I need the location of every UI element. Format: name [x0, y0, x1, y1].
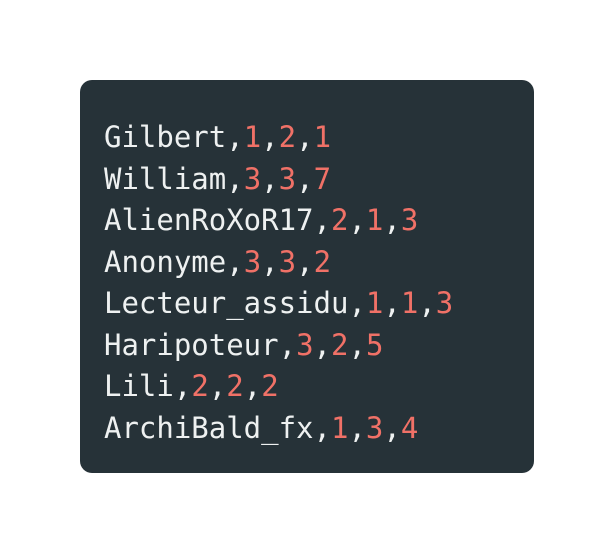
- row-value: 5: [365, 327, 384, 362]
- row-name: Lili: [104, 369, 174, 403]
- row-value: 3: [435, 286, 454, 320]
- row-name: Haripoteur: [104, 327, 279, 362]
- code-line: Lecteur_assidu,1,1,3: [104, 286, 454, 320]
- row-value: 4: [400, 410, 419, 445]
- row-name: Lecteur_assidu: [104, 286, 349, 320]
- row-name: AlienRoXoR17: [104, 203, 314, 237]
- row-name: ArchiBald_fx: [104, 410, 314, 445]
- row-value: 1: [330, 410, 349, 445]
- row-value: 3: [243, 161, 262, 196]
- row-value: 3: [278, 244, 297, 279]
- code-line: William,3,3,7: [104, 161, 332, 196]
- row-value: 2: [278, 120, 297, 154]
- code-line: ArchiBald_fx,1,3,4: [104, 410, 419, 445]
- code-line: Haripoteur,3,2,5: [104, 327, 384, 362]
- row-value: 7: [313, 161, 332, 196]
- code-line: Anonyme,3,3,2: [104, 244, 332, 279]
- code-line: AlienRoXoR17,2,1,3: [104, 203, 419, 237]
- row-value: 3: [243, 244, 262, 279]
- row-value: 3: [365, 410, 384, 445]
- row-value: 1: [365, 203, 384, 237]
- row-value: 2: [313, 244, 332, 279]
- row-value: 2: [330, 203, 349, 237]
- code-line: Gilbert,1,2,1: [104, 120, 332, 154]
- row-value: 2: [261, 369, 279, 403]
- row-value: 3: [278, 161, 297, 196]
- code-block: Gilbert,1,2,1 William,3,3,7 AlienRoXoR17…: [80, 80, 534, 473]
- row-value: 3: [296, 327, 314, 362]
- row-value: 1: [313, 120, 332, 154]
- row-value: 1: [400, 286, 419, 320]
- row-name: Anonyme: [104, 244, 227, 279]
- row-value: 1: [365, 286, 384, 320]
- row-name: William: [104, 161, 227, 196]
- row-value: 1: [243, 120, 262, 154]
- code-line: Lili,2,2,2: [104, 369, 279, 403]
- row-value: 2: [331, 327, 349, 362]
- row-name: Gilbert: [104, 120, 227, 154]
- row-value: 2: [226, 369, 244, 403]
- row-value: 2: [191, 369, 209, 403]
- row-value: 3: [400, 203, 419, 237]
